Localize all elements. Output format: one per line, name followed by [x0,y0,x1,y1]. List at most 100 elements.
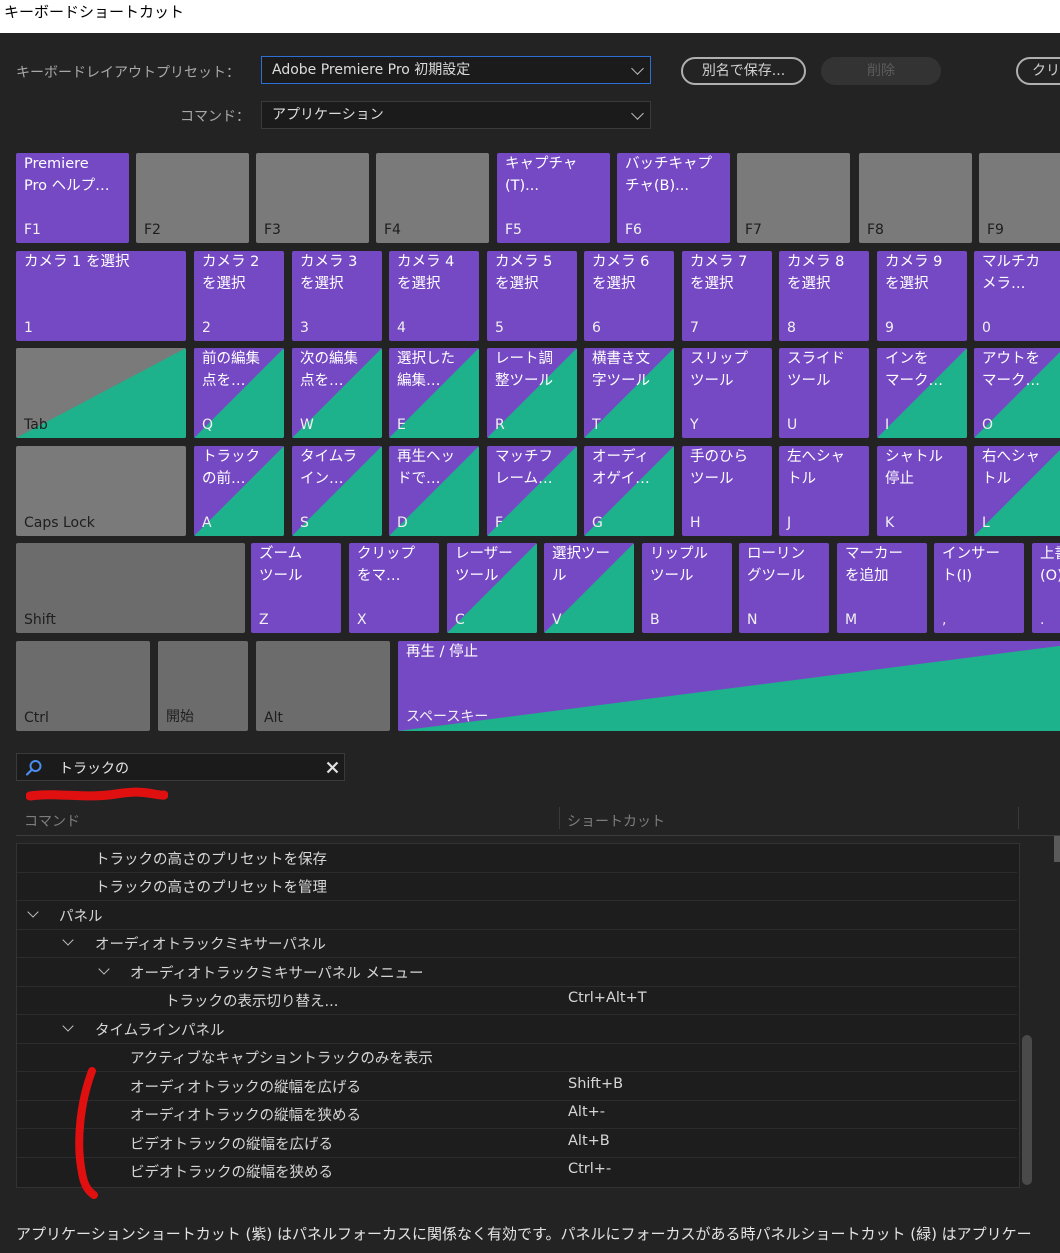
shortcut-value[interactable]: Alt+- [568,1104,605,1120]
clear-button[interactable]: クリ [1016,57,1060,85]
key-f9[interactable]: F9 [979,153,1060,243]
key-9[interactable]: カメラ 9 を選択 9 [877,251,967,341]
shortcut-value[interactable]: Shift+B [568,1076,623,1092]
key-5[interactable]: カメラ 5 を選択 5 [487,251,577,341]
tree-row-group[interactable]: タイムラインパネル [17,1015,1017,1044]
key-cap-label: スペースキー [406,709,489,725]
key-c[interactable]: レーザー ツール C [447,543,537,633]
key-command-label: トラック の前… [202,449,260,487]
key-d[interactable]: 再生ヘッ ドで… D [389,446,479,536]
key-m[interactable]: マーカー を追加 M [837,543,927,633]
key-r[interactable]: レート調 整ツール R [487,348,577,438]
key-command-label: オーディ オゲイ… [592,449,650,487]
key-f[interactable]: マッチフ レーム… F [487,446,577,536]
key-4[interactable]: カメラ 4 を選択 4 [389,251,479,341]
key-6[interactable]: カメラ 6 を選択 6 [584,251,674,341]
column-header-shortcut[interactable]: ショートカット [567,811,665,831]
key-8[interactable]: カメラ 8 を選択 8 [779,251,869,341]
save-as-button[interactable]: 別名で保存... [681,57,806,85]
key-3[interactable]: カメラ 3 を選択 3 [292,251,382,341]
command-tree-list: トラックの高さのプリセットを保存 トラックの高さのプリセットを管理 パネル オー… [16,843,1020,1188]
key-cap-label: O [982,417,994,433]
key-w[interactable]: 次の編集 点を… W [292,348,382,438]
tree-row[interactable]: トラックの表示切り替え... Ctrl+Alt+T [17,986,1017,1015]
key-b[interactable]: リップル ツール B [642,543,732,633]
key-f7[interactable]: F7 [737,153,850,243]
key-q[interactable]: 前の編集 点を… Q [194,348,284,438]
tree-row-group[interactable]: パネル [17,901,1017,930]
footer-note: アプリケーションショートカット (紫) はパネルフォーカスに関係なく有効です。パ… [16,1225,1032,1243]
tree-scrollbar[interactable] [1022,1035,1032,1185]
column-header-command[interactable]: コマンド [24,811,80,831]
key-kr61[interactable]: 開始 [158,641,248,731]
shortcut-value[interactable]: Alt+B [568,1133,610,1149]
key-tab[interactable]: Tab [16,348,186,438]
key-f4[interactable]: F4 [376,153,489,243]
tree-row[interactable]: ビデオトラックの縦幅を狭める Ctrl+- [17,1157,1017,1185]
key-e[interactable]: 選択した 編集… E [389,348,479,438]
command-dropdown[interactable]: アプリケーション [261,101,651,129]
search-box[interactable] [16,753,345,781]
key-f3[interactable]: F3 [256,153,369,243]
tree-row-group[interactable]: オーディオトラックミキサーパネル メニュー [17,958,1017,987]
key-f5[interactable]: キャプチャ (T)... F5 [497,153,610,243]
key-capslock[interactable]: Caps Lock [16,446,186,536]
key-x[interactable]: クリップ をマ… X [349,543,439,633]
key-cap-label: F7 [745,222,762,238]
key-command-label: 次の編集 点を… [300,351,358,389]
tree-row-group[interactable]: オーディオトラックミキサーパネル [17,929,1017,958]
key-kr59[interactable]: 上書 (O). [1032,543,1060,633]
key-shift[interactable]: Shift [16,543,245,633]
key-2[interactable]: カメラ 2 を選択 2 [194,251,284,341]
key-kr63[interactable]: 再生 / 停止 スペースキー [398,641,1060,731]
search-input[interactable] [57,757,301,779]
key-z[interactable]: ズーム ツール Z [251,543,341,633]
key-t[interactable]: 横書き文 字ツール T [584,348,674,438]
key-f6[interactable]: バッチキャプ チャ(B)... F6 [617,153,730,243]
chevron-down-icon[interactable] [62,1020,74,1032]
tree-row[interactable]: トラックの高さのプリセットを管理 [17,872,1017,901]
key-k[interactable]: シャトル 停止 K [877,446,967,536]
key-i[interactable]: インを マーク… I [877,348,967,438]
key-cap-label: Alt [264,710,283,726]
key-j[interactable]: 左へシャ トル J [779,446,869,536]
tree-row[interactable]: トラックの高さのプリセットを保存 [17,844,1017,873]
key-command-label: Premiere Pro ヘルプ… [24,156,110,194]
chevron-down-icon[interactable] [62,934,74,946]
tree-row[interactable]: オーディオトラックの縦幅を狭める Alt+- [17,1100,1017,1129]
key-7[interactable]: カメラ 7 を選択 7 [682,251,772,341]
key-f1[interactable]: Premiere Pro ヘルプ… F1 [16,153,129,243]
key-command-label: マーカー を追加 [845,546,903,584]
preset-dropdown[interactable]: Adobe Premiere Pro 初期設定 [261,56,651,84]
key-ctrl[interactable]: Ctrl [16,641,150,731]
key-cap-label: J [787,515,792,531]
shortcut-value[interactable]: Ctrl+- [568,1161,611,1177]
key-cap-label: M [845,612,858,628]
key-1[interactable]: カメラ 1 を選択 1 [16,251,186,341]
tree-row[interactable]: ビデオトラックの縦幅を広げる Alt+B [17,1129,1017,1158]
key-v[interactable]: 選択ツー ル V [544,543,634,633]
tree-row[interactable]: オーディオトラックの縦幅を広げる Shift+B [17,1072,1017,1101]
chevron-down-icon[interactable] [27,906,39,918]
key-l[interactable]: 右へシャ トル L [974,446,1060,536]
key-g[interactable]: オーディ オゲイ… G [584,446,674,536]
close-icon[interactable] [326,761,339,774]
key-o[interactable]: アウトを マーク… O [974,348,1060,438]
outer-scrollbar[interactable] [1054,836,1060,862]
key-kr58[interactable]: インサー ト(I), [934,543,1024,633]
key-a[interactable]: トラック の前… A [194,446,284,536]
key-y[interactable]: スリップ ツール Y [682,348,772,438]
chevron-down-icon[interactable] [98,963,110,975]
key-f2[interactable]: F2 [136,153,249,243]
key-n[interactable]: ローリン グツール N [739,543,829,633]
key-alt[interactable]: Alt [256,641,390,731]
key-f8[interactable]: F8 [859,153,972,243]
key-s[interactable]: タイムラ イン… S [292,446,382,536]
key-0[interactable]: マルチカ メラ… 0 [974,251,1060,341]
shortcut-value[interactable]: Ctrl+Alt+T [568,990,647,1006]
tree-row[interactable]: アクティブなキャプショントラックのみを表示 [17,1043,1017,1072]
key-h[interactable]: 手のひら ツール H [682,446,772,536]
delete-button[interactable]: 削除 [821,57,941,85]
key-u[interactable]: スライド ツール U [779,348,869,438]
key-command-label: 横書き文 字ツール [592,351,650,389]
